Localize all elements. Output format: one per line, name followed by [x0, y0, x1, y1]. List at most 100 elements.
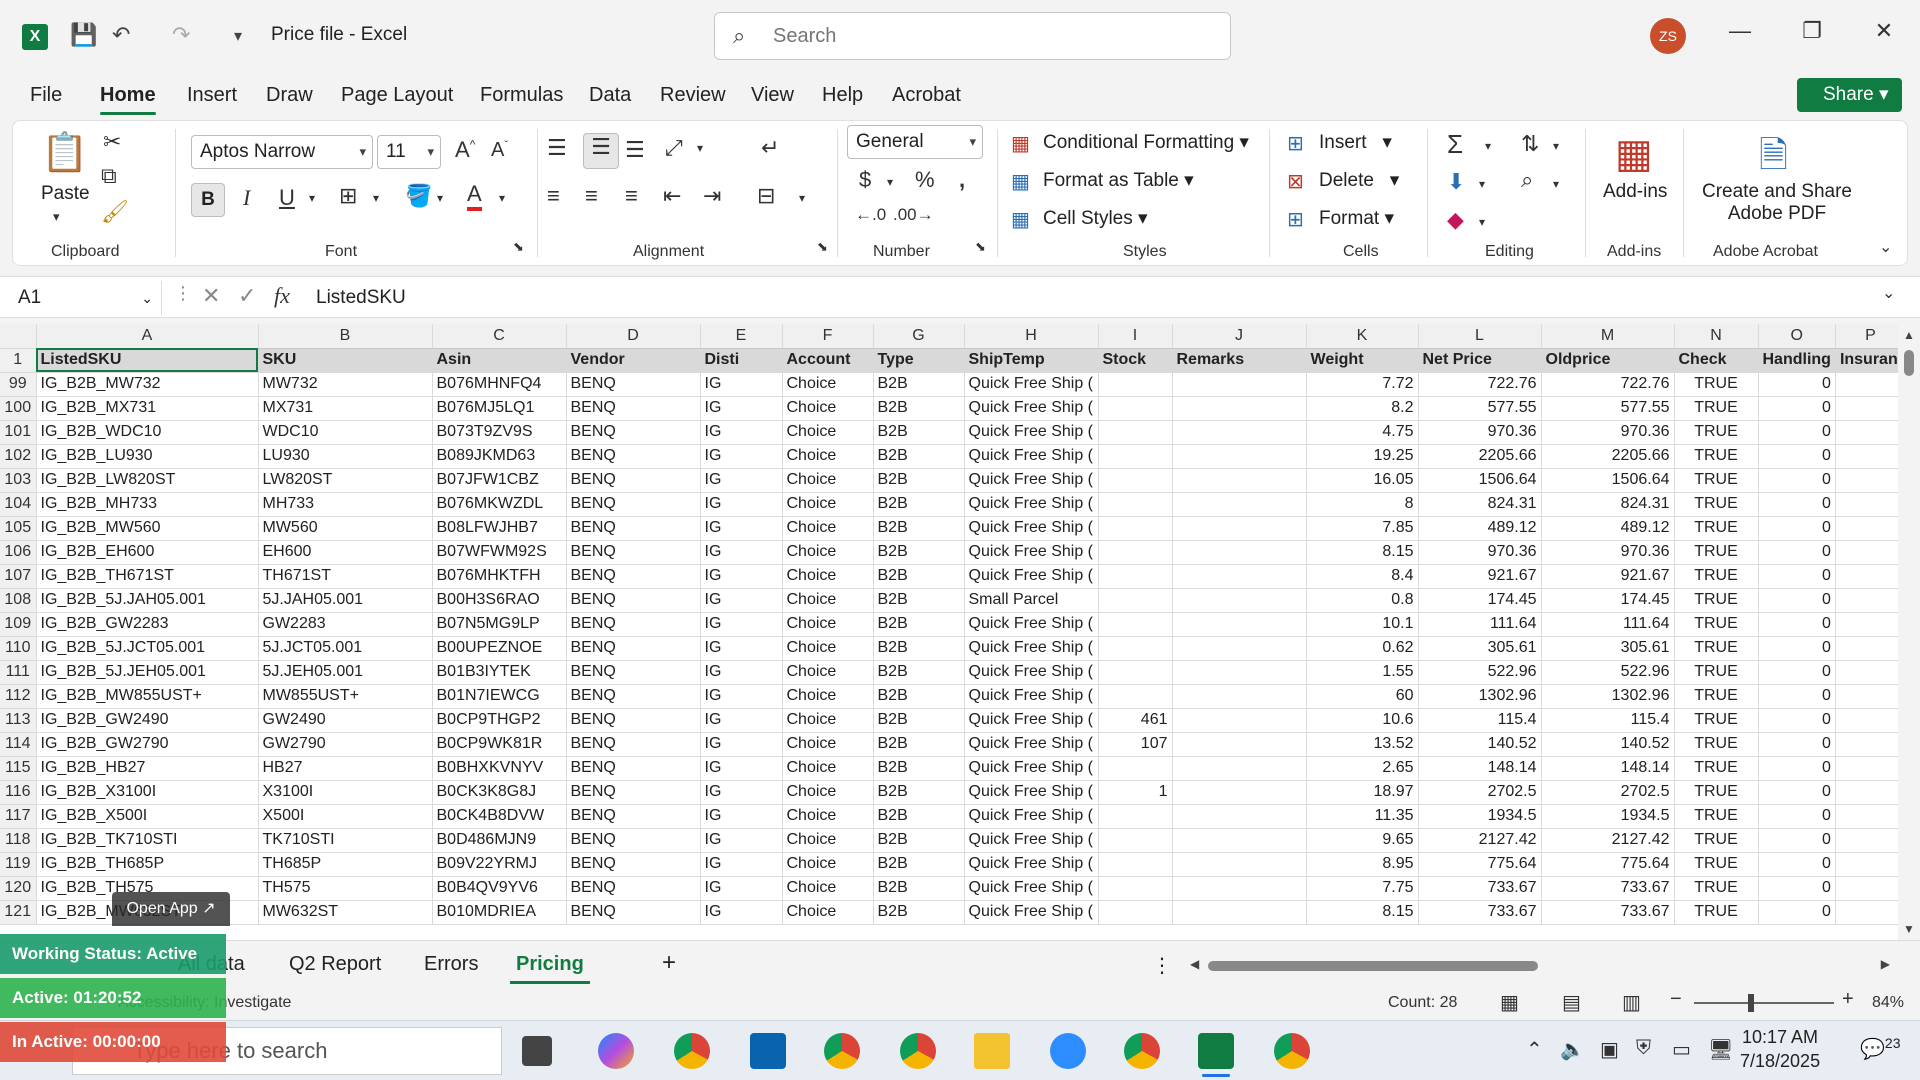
grid-cell[interactable]: LU930 [258, 444, 433, 469]
row-header[interactable]: 100 [0, 396, 37, 421]
grid-cell[interactable]: 733.67 [1541, 876, 1675, 901]
grid-cell[interactable]: 174.45 [1541, 588, 1675, 613]
row-header[interactable]: 102 [0, 444, 37, 469]
grid-cell[interactable] [1098, 804, 1173, 829]
number-dialog-launcher-icon[interactable]: ⬊ [975, 239, 986, 255]
grid-cell[interactable]: B07N5MG9LP [432, 612, 567, 637]
grid-cell[interactable]: SKU [258, 348, 433, 373]
grid-cell[interactable]: B073T9ZV9S [432, 420, 567, 445]
conditional-formatting-icon[interactable]: ▦ [1011, 131, 1030, 156]
share-button[interactable]: Share ▾ [1797, 78, 1902, 112]
grid-cell[interactable]: 111.64 [1541, 612, 1675, 637]
grid-cell[interactable] [1835, 876, 1906, 901]
align-right-icon[interactable]: ≡ [625, 183, 638, 209]
grid-cell[interactable]: 8.15 [1306, 540, 1419, 565]
grid-cell[interactable]: TH671ST [258, 564, 433, 589]
chrome-profile-4-icon[interactable] [1124, 1033, 1160, 1069]
grid-cell[interactable]: TRUE [1674, 468, 1759, 493]
insert-cells-icon[interactable]: ⊞ [1287, 131, 1304, 156]
scroll-right-icon[interactable]: ▶ [1881, 957, 1890, 971]
copy-icon[interactable]: ⧉ [101, 163, 117, 189]
grid-cell[interactable] [1098, 588, 1173, 613]
grid-cell[interactable]: IG_B2B_TH671ST [36, 564, 259, 589]
grid-cell[interactable]: TK710STI [258, 828, 433, 853]
redo-icon[interactable]: ↷ [172, 22, 190, 48]
grid-cell[interactable]: TRUE [1674, 732, 1759, 757]
grid-cell[interactable] [1172, 372, 1307, 397]
align-middle-icon[interactable]: ☰ [583, 133, 619, 169]
grid-cell[interactable] [1835, 708, 1906, 733]
grid-cell[interactable]: BENQ [566, 660, 701, 685]
grid-cell[interactable]: 8.2 [1306, 396, 1419, 421]
grid-cell[interactable]: Quick Free Ship ( [964, 612, 1099, 637]
grid-cell[interactable]: B2B [873, 756, 965, 781]
column-header[interactable]: O [1758, 324, 1836, 349]
grid-cell[interactable]: BENQ [566, 540, 701, 565]
grid-cell[interactable]: HB27 [258, 756, 433, 781]
grid-cell[interactable] [1098, 540, 1173, 565]
fill-dropdown-icon[interactable]: ▾ [1479, 177, 1485, 191]
grid-cell[interactable]: IG_B2B_HB27 [36, 756, 259, 781]
grid-cell[interactable]: IG [700, 540, 783, 565]
grid-cell[interactable]: IG_B2B_5J.JAH05.001 [36, 588, 259, 613]
grid-cell[interactable]: BENQ [566, 372, 701, 397]
grid-cell[interactable]: 1.55 [1306, 660, 1419, 685]
grid-cell[interactable]: 0 [1758, 396, 1836, 421]
grid-cell[interactable] [1098, 660, 1173, 685]
column-header[interactable]: A [36, 324, 259, 349]
restore-icon[interactable]: ❐ [1792, 18, 1832, 44]
row-header[interactable]: 112 [0, 684, 37, 709]
grid-cell[interactable]: ShipTemp [964, 348, 1099, 373]
grid-cell[interactable]: MW632ST [258, 900, 433, 925]
grid-cell[interactable]: 2127.42 [1418, 828, 1542, 853]
grid-cell[interactable] [1172, 540, 1307, 565]
percent-icon[interactable]: % [915, 167, 935, 193]
grid-cell[interactable]: Choice [782, 372, 874, 397]
grid-cell[interactable]: 0 [1758, 828, 1836, 853]
tab-data[interactable]: Data [589, 84, 631, 107]
grid-cell[interactable] [1835, 828, 1906, 853]
grid-cell[interactable]: BENQ [566, 804, 701, 829]
grid-cell[interactable]: 921.67 [1418, 564, 1542, 589]
grid-cell[interactable]: 1506.64 [1418, 468, 1542, 493]
fill-color-dropdown-icon[interactable]: ▾ [437, 191, 443, 205]
grid-cell[interactable]: 10.6 [1306, 708, 1419, 733]
grid-cell[interactable]: 0 [1758, 732, 1836, 757]
grid-cell[interactable]: TRUE [1674, 684, 1759, 709]
sheet-tab-pricing[interactable]: Pricing [510, 953, 590, 984]
grid-cell[interactable]: 733.67 [1541, 900, 1675, 925]
grid-cell[interactable]: Quick Free Ship ( [964, 732, 1099, 757]
search-input[interactable] [773, 21, 1213, 51]
grid-cell[interactable]: Choice [782, 516, 874, 541]
notification-icon[interactable]: 💬23 [1860, 1035, 1900, 1062]
column-header[interactable]: F [782, 324, 874, 349]
grid-cell[interactable] [1835, 756, 1906, 781]
zoom-level[interactable]: 84% [1872, 994, 1904, 1012]
grid-cell[interactable]: BENQ [566, 492, 701, 517]
grid-cell[interactable]: 0 [1758, 780, 1836, 805]
grid-cell[interactable]: Quick Free Ship ( [964, 420, 1099, 445]
grid-cell[interactable]: Quick Free Ship ( [964, 540, 1099, 565]
more-options-icon[interactable]: ⋮ [174, 283, 192, 304]
column-header[interactable]: E [700, 324, 783, 349]
alignment-dialog-launcher-icon[interactable]: ⬊ [817, 239, 828, 255]
grid-cell[interactable]: Quick Free Ship ( [964, 756, 1099, 781]
grid-cell[interactable]: B2B [873, 516, 965, 541]
grid-cell[interactable]: IG [700, 684, 783, 709]
grid-cell[interactable]: IG [700, 852, 783, 877]
grid-cell[interactable] [1835, 660, 1906, 685]
grid-cell[interactable]: B00UPEZNOE [432, 636, 567, 661]
grid-cell[interactable]: 0 [1758, 852, 1836, 877]
grid-cell[interactable]: Choice [782, 780, 874, 805]
grid-cell[interactable]: MW732 [258, 372, 433, 397]
tab-acrobat[interactable]: Acrobat [892, 84, 961, 107]
grid-cell[interactable] [1172, 708, 1307, 733]
grid-cell[interactable] [1835, 636, 1906, 661]
grid-cell[interactable]: 522.96 [1418, 660, 1542, 685]
format-as-table-icon[interactable]: ▦ [1011, 169, 1030, 194]
grid-cell[interactable]: 775.64 [1541, 852, 1675, 877]
grid-cell[interactable] [1098, 756, 1173, 781]
paste-dropdown-icon[interactable]: ▾ [53, 209, 60, 225]
decrease-font-icon[interactable]: Aˇ [491, 139, 508, 162]
grid-cell[interactable]: Disti [700, 348, 783, 373]
